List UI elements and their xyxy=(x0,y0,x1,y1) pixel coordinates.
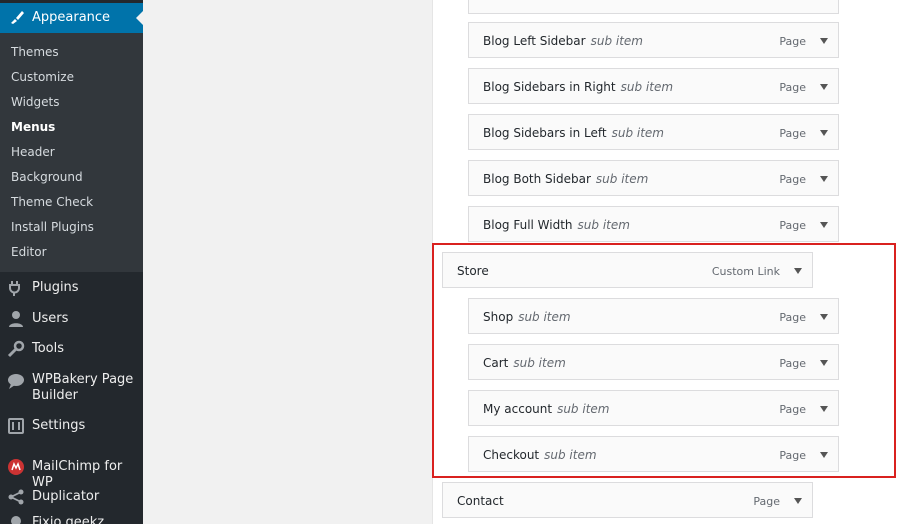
menu-item-subtitle: sub item xyxy=(595,172,649,186)
menu-item-title: Blog Left Sidebar xyxy=(483,34,586,48)
menu-item-subtitle: sub item xyxy=(577,218,630,232)
submenu-themes[interactable]: Themes xyxy=(11,45,59,59)
menu-item-title: Blog Sidebars in Left xyxy=(483,126,607,140)
menu-item-title: Blog Both Sidebar xyxy=(483,172,591,186)
submenu-menus[interactable]: Menus xyxy=(11,120,55,134)
share-icon xyxy=(8,489,24,505)
menu-wpbakery[interactable]: WPBakery Page Builder xyxy=(0,371,143,405)
menu-mailchimp[interactable]: MailChimp for WP xyxy=(0,458,143,490)
arrow-down-icon[interactable] xyxy=(820,222,828,228)
submenu-customize[interactable]: Customize xyxy=(11,70,74,84)
menu-item[interactable]: Blog Sidebars in Right sub item Page xyxy=(468,68,839,104)
menu-item-title: Contact xyxy=(457,494,504,508)
menu-fixio-geekz[interactable]: Fixio geekz xyxy=(0,514,143,524)
menu-item-type: Page xyxy=(779,219,806,232)
submenu-theme-check[interactable]: Theme Check xyxy=(11,195,93,209)
wrench-icon xyxy=(7,340,25,358)
bulb-icon xyxy=(11,516,21,524)
current-pointer xyxy=(136,11,143,25)
appearance-submenu: Themes Customize Widgets Menus Header Ba… xyxy=(0,33,143,272)
menu-item[interactable]: Blog Full Width sub item Page xyxy=(468,206,839,242)
menu-appearance[interactable]: Appearance xyxy=(0,3,143,33)
menu-duplicator[interactable]: Duplicator xyxy=(0,488,143,508)
arrow-down-icon[interactable] xyxy=(820,84,828,90)
arrow-down-icon[interactable] xyxy=(820,130,828,136)
menu-item-type: Page xyxy=(753,495,780,508)
plug-icon xyxy=(9,281,20,296)
menu-mailchimp-label: MailChimp for WP xyxy=(32,459,123,490)
arrow-down-icon[interactable] xyxy=(794,498,802,504)
menu-item-type: Page xyxy=(779,81,806,94)
arrow-down-icon[interactable] xyxy=(820,176,828,182)
menu-item[interactable]: Blog Sidebars in Left sub item Page xyxy=(468,114,839,150)
user-icon xyxy=(9,311,23,327)
menu-settings[interactable]: Settings xyxy=(0,417,143,437)
menu-tools-label: Tools xyxy=(32,341,65,356)
menu-item-subtitle: sub item xyxy=(611,126,664,140)
chat-bubble-icon xyxy=(8,374,24,389)
menu-item-type: Page xyxy=(779,173,806,186)
menu-item-title: Blog Sidebars in Right xyxy=(483,80,616,94)
menu-item-subtitle: sub item xyxy=(620,80,674,94)
menu-appearance-label: Appearance xyxy=(32,10,111,25)
menu-duplicator-label: Duplicator xyxy=(32,489,100,504)
menu-item-contact[interactable]: Contact Page xyxy=(442,482,813,518)
menu-plugins[interactable]: Plugins xyxy=(0,279,143,299)
admin-sidebar: Appearance Themes Customize Widgets Menu… xyxy=(0,0,143,524)
menu-item-type: Page xyxy=(779,35,806,48)
menu-tools[interactable]: Tools xyxy=(0,340,143,360)
submenu-install-plugins[interactable]: Install Plugins xyxy=(11,220,94,234)
menu-item-subtitle: sub item xyxy=(590,34,643,48)
menu-users-label: Users xyxy=(32,311,69,326)
menu-fixio-geekz-label: Fixio geekz xyxy=(32,515,105,524)
menu-item[interactable]: Blog Left Sidebar sub item Page xyxy=(468,22,839,58)
submenu-editor[interactable]: Editor xyxy=(11,245,47,259)
paintbrush-icon xyxy=(11,11,24,24)
menu-wpbakery-label: WPBakery Page Builder xyxy=(32,372,134,403)
menu-item-title: Blog Full Width xyxy=(483,218,573,232)
menu-plugins-label: Plugins xyxy=(32,280,79,295)
submenu-background[interactable]: Background xyxy=(11,170,83,184)
menu-item[interactable]: Blog Both Sidebar sub item Page xyxy=(468,160,839,196)
mailchimp-icon xyxy=(8,459,24,475)
menu-item-partial[interactable] xyxy=(468,0,839,14)
menu-settings-label: Settings xyxy=(32,418,86,433)
submenu-widgets[interactable]: Widgets xyxy=(11,95,60,109)
submenu-header[interactable]: Header xyxy=(11,145,55,159)
settings-icon xyxy=(8,418,24,434)
menu-users[interactable]: Users xyxy=(0,310,143,330)
arrow-down-icon[interactable] xyxy=(820,38,828,44)
menu-item-type: Page xyxy=(779,127,806,140)
highlight-box xyxy=(432,243,896,478)
